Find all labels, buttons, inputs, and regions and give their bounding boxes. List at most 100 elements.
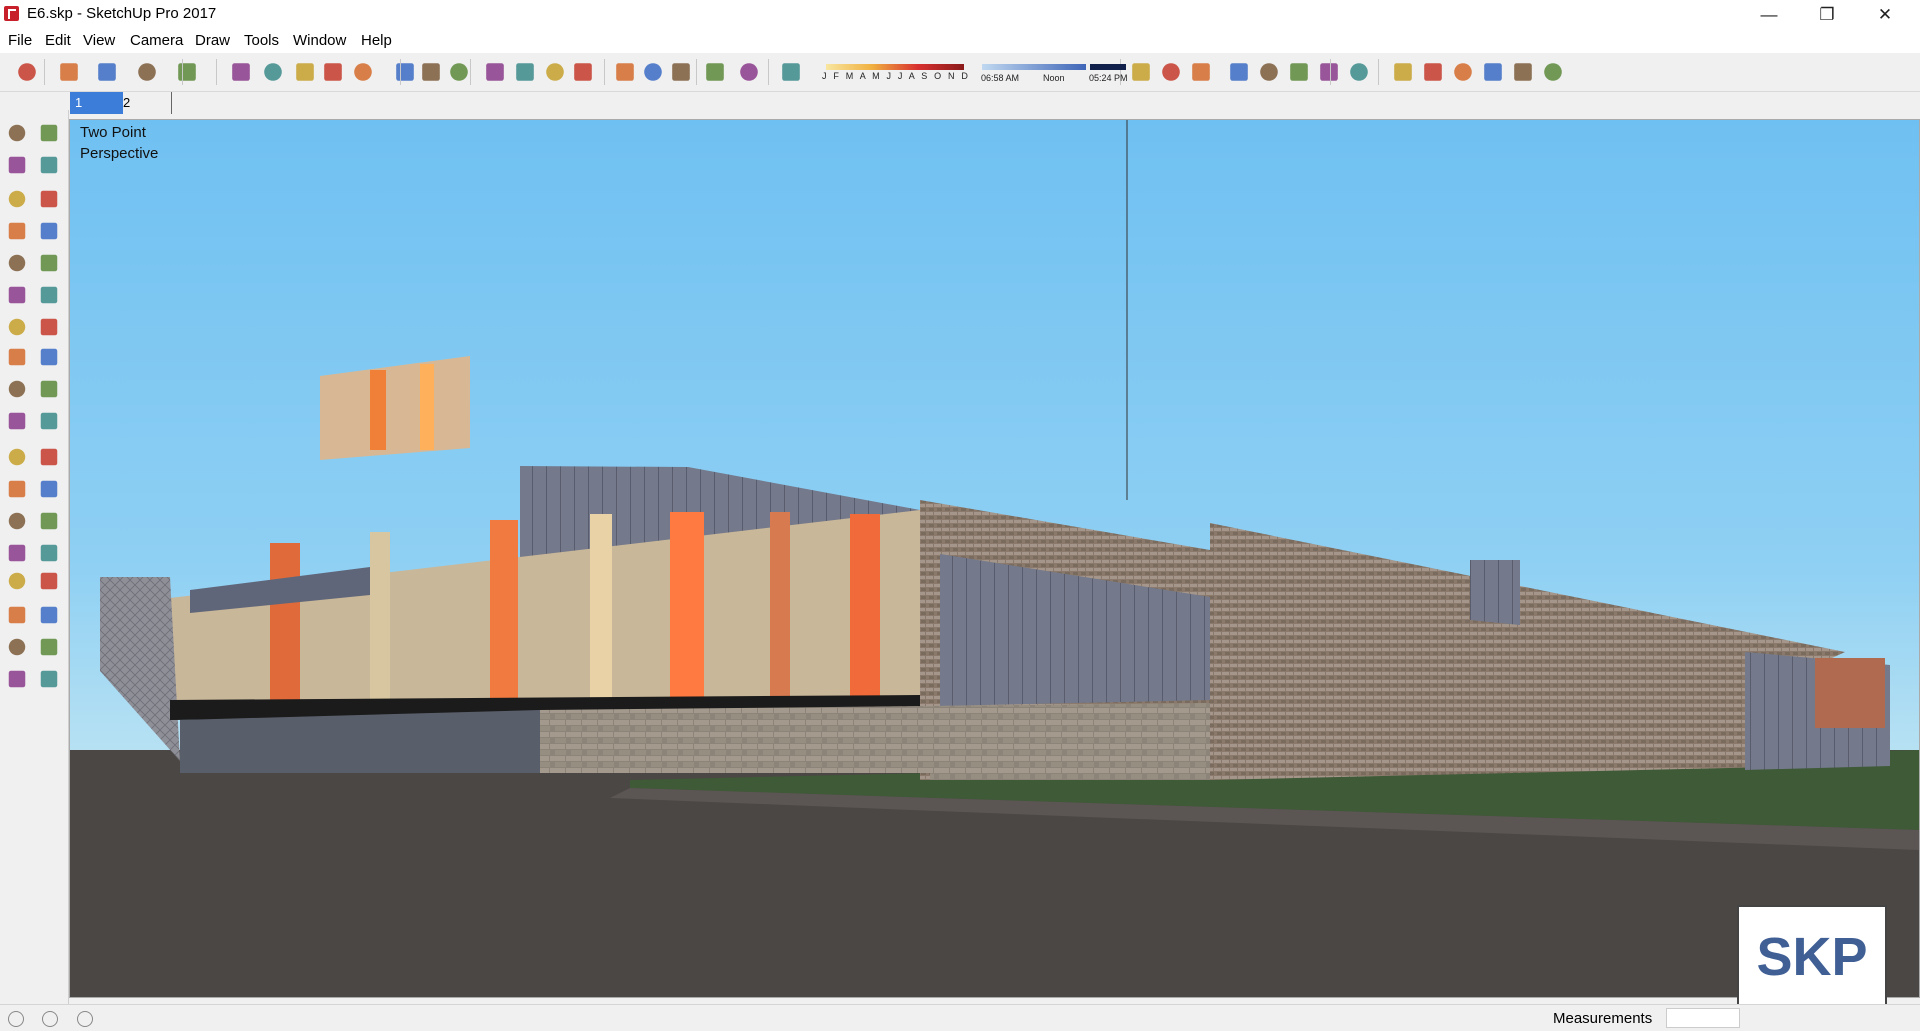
arc-icon[interactable]: [8, 286, 26, 304]
push-pull-icon[interactable]: [232, 63, 250, 81]
measurements-input[interactable]: [1666, 1008, 1740, 1028]
menu-window[interactable]: Window: [293, 32, 346, 49]
back-view-icon[interactable]: [1514, 63, 1532, 81]
front-view-icon[interactable]: [1454, 63, 1472, 81]
scene-tab-2[interactable]: 2: [118, 92, 172, 114]
match-photo-icon[interactable]: [782, 63, 800, 81]
section-icon[interactable]: [1162, 63, 1180, 81]
zoom-window-icon[interactable]: [40, 572, 58, 590]
time-end-label: 05:24 PM: [1089, 73, 1128, 83]
large-tool-set: [0, 110, 69, 1010]
two-point-arc-icon[interactable]: [8, 318, 26, 336]
zoom-icon[interactable]: [546, 63, 564, 81]
geolocation-icon[interactable]: [8, 1011, 24, 1027]
drawing-viewport[interactable]: Two Point Perspective: [69, 119, 1920, 998]
menu-camera[interactable]: Camera: [130, 32, 183, 49]
text-icon[interactable]: [40, 480, 58, 498]
dimension-icon[interactable]: [40, 448, 58, 466]
tape-measure-icon[interactable]: [8, 448, 26, 466]
freehand-icon[interactable]: [40, 190, 58, 208]
iso-view-icon[interactable]: [1394, 63, 1412, 81]
extension-warehouse-icon[interactable]: [644, 63, 662, 81]
shadows-icon[interactable]: [740, 63, 758, 81]
warehouse-icon[interactable]: [616, 63, 634, 81]
axes-icon[interactable]: [8, 512, 26, 530]
zoom-icon[interactable]: [8, 572, 26, 590]
ruby-icon[interactable]: [706, 63, 724, 81]
zoom-extents-icon[interactable]: [8, 606, 26, 624]
component-icon[interactable]: [40, 124, 58, 142]
select-icon[interactable]: [8, 124, 26, 142]
paint-bucket-icon[interactable]: [450, 63, 468, 81]
close-button[interactable]: ✕: [1856, 0, 1914, 29]
polygon-icon[interactable]: [40, 254, 58, 272]
menu-edit[interactable]: Edit: [45, 32, 71, 49]
menu-file[interactable]: File: [8, 32, 32, 49]
monochrome-icon[interactable]: [1350, 63, 1368, 81]
menu-help[interactable]: Help: [361, 32, 392, 49]
toolbar-separator: [216, 59, 217, 85]
look-around-icon[interactable]: [40, 638, 58, 656]
walk-icon[interactable]: [8, 670, 26, 688]
arc-icon[interactable]: [138, 63, 156, 81]
orbit-icon[interactable]: [8, 544, 26, 562]
circle-icon[interactable]: [8, 254, 26, 272]
textured-icon[interactable]: [1320, 63, 1338, 81]
scale-icon[interactable]: [354, 63, 372, 81]
credits-icon[interactable]: [42, 1011, 58, 1027]
right-view-icon[interactable]: [1484, 63, 1502, 81]
push-pull-icon[interactable]: [40, 348, 58, 366]
move-icon[interactable]: [8, 348, 26, 366]
rectangle-icon[interactable]: [8, 222, 26, 240]
rectangle-icon[interactable]: [178, 63, 196, 81]
section-plane-icon[interactable]: [40, 670, 58, 688]
follow-me-icon[interactable]: [40, 380, 58, 398]
offset-icon[interactable]: [40, 412, 58, 430]
menu-view[interactable]: View: [83, 32, 115, 49]
time-start-label: 06:58 AM: [981, 73, 1020, 83]
hidden-line-icon[interactable]: [1260, 63, 1278, 81]
follow-me-icon[interactable]: [264, 63, 282, 81]
layout-icon[interactable]: [672, 63, 690, 81]
pan-icon[interactable]: [40, 544, 58, 562]
pencil-icon[interactable]: [8, 190, 26, 208]
fog-icon[interactable]: [1132, 63, 1150, 81]
shaded-icon[interactable]: [1290, 63, 1308, 81]
left-view-icon[interactable]: [1544, 63, 1562, 81]
top-view-icon[interactable]: [1424, 63, 1442, 81]
menu-draw[interactable]: Draw: [195, 32, 230, 49]
menu-tools[interactable]: Tools: [244, 32, 279, 49]
far-right-orange: [1815, 658, 1885, 728]
pan-icon[interactable]: [516, 63, 534, 81]
user-account-icon[interactable]: [77, 1011, 93, 1027]
rotate-icon[interactable]: [8, 380, 26, 398]
pencil-icon[interactable]: [98, 63, 116, 81]
text-icon[interactable]: [422, 63, 440, 81]
protractor-icon[interactable]: [8, 480, 26, 498]
3d-text-icon[interactable]: [40, 512, 58, 530]
eraser-icon[interactable]: [40, 156, 58, 174]
shadow-time-slider[interactable]: [982, 64, 1086, 70]
shadow-date-slider[interactable]: [826, 64, 964, 70]
three-point-arc-icon[interactable]: [40, 318, 58, 336]
scene-tab-1[interactable]: 1: [70, 92, 123, 114]
tape-measure-icon[interactable]: [396, 63, 414, 81]
paint-bucket-icon[interactable]: [8, 156, 26, 174]
scale-icon[interactable]: [8, 412, 26, 430]
xray-icon[interactable]: [1192, 63, 1210, 81]
wireframe-icon[interactable]: [1230, 63, 1248, 81]
move-icon[interactable]: [296, 63, 314, 81]
toolbar-separator: [182, 59, 183, 85]
orbit-icon[interactable]: [486, 63, 504, 81]
pie-icon[interactable]: [40, 286, 58, 304]
rotated-rectangle-icon[interactable]: [40, 222, 58, 240]
eraser-icon[interactable]: [60, 63, 78, 81]
select-icon[interactable]: [18, 63, 36, 81]
position-camera-icon[interactable]: [8, 638, 26, 656]
zoom-extents-icon[interactable]: [574, 63, 592, 81]
rotate-icon[interactable]: [324, 63, 342, 81]
toolbar-separator: [768, 59, 769, 85]
restore-button[interactable]: ❐: [1798, 0, 1856, 29]
minimize-button[interactable]: —: [1740, 0, 1798, 29]
previous-view-icon[interactable]: [40, 606, 58, 624]
